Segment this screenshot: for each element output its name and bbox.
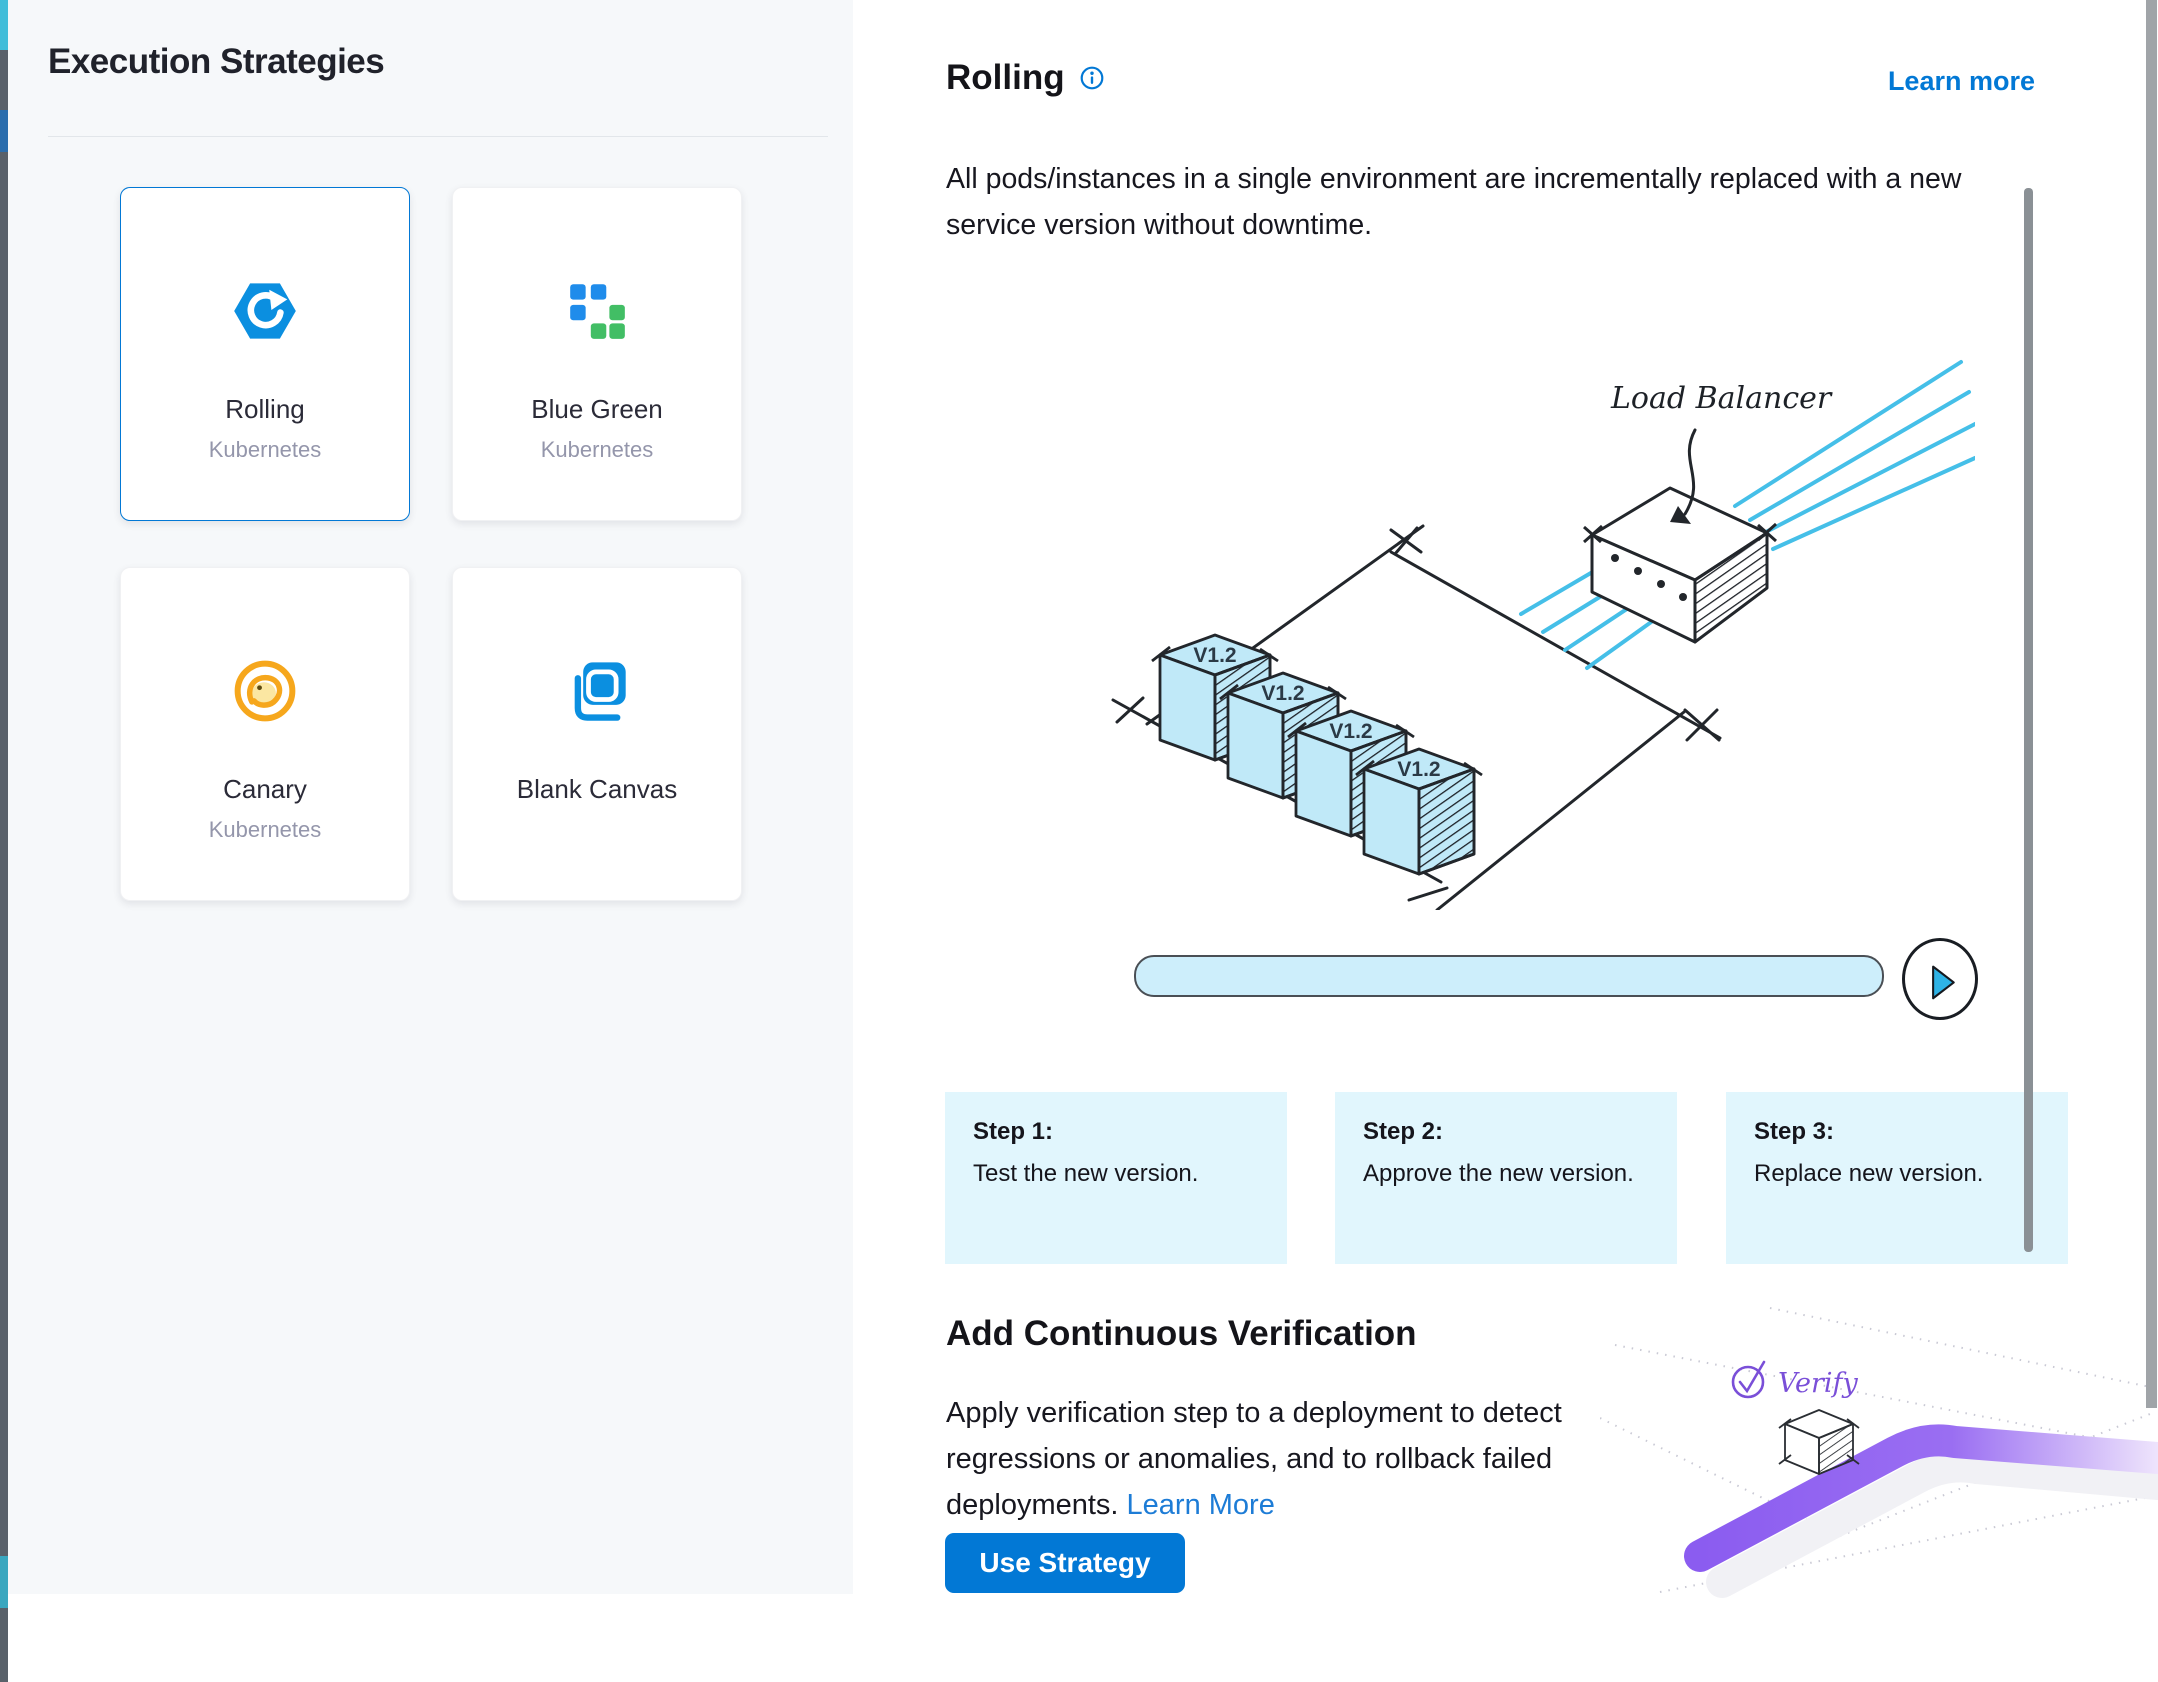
edge-segment-teal-top	[0, 0, 8, 50]
strategy-sublabel: Kubernetes	[209, 437, 322, 463]
edge-segment-blue	[0, 110, 8, 152]
detail-title: Rolling	[946, 58, 1065, 98]
strategy-card-canary[interactable]: Canary Kubernetes	[120, 567, 410, 901]
strategy-card-blue-green[interactable]: Blue Green Kubernetes	[452, 187, 742, 521]
page-title: Execution Strategies	[48, 42, 384, 82]
background-app-edge	[0, 0, 8, 1682]
step-text: Approve the new version.	[1363, 1160, 1649, 1188]
cv-learn-more-link[interactable]: Learn More	[1127, 1489, 1275, 1521]
step-title: Step 2:	[1363, 1118, 1649, 1146]
blank-canvas-icon	[563, 656, 631, 726]
strategy-card-rolling[interactable]: Rolling Kubernetes	[120, 187, 410, 521]
rolling-strategy-illustration: Load Balancer	[1095, 330, 1975, 910]
step-text: Test the new version.	[973, 1160, 1259, 1188]
detail-header: Rolling	[946, 58, 1105, 98]
learn-more-link[interactable]: Learn more	[1888, 66, 2035, 97]
canary-icon	[230, 656, 300, 726]
page-scrollbar[interactable]	[2146, 0, 2157, 1408]
play-animation-button[interactable]	[1902, 938, 1978, 1020]
strategy-label: Canary	[223, 774, 307, 805]
detail-panel-scrollbar[interactable]	[2024, 188, 2033, 1252]
cv-description: Apply verification step to a deployment …	[946, 1390, 1594, 1528]
step-title: Step 1:	[973, 1118, 1259, 1146]
step-card-2: Step 2: Approve the new version.	[1335, 1092, 1677, 1264]
pod-version-label: V1.2	[1329, 720, 1372, 743]
animation-progress-bar	[1134, 955, 1884, 997]
blue-green-icon	[564, 276, 630, 346]
cv-section-title: Add Continuous Verification	[946, 1314, 1417, 1354]
pod-version-label: V1.2	[1397, 758, 1440, 781]
verify-label: Verify	[1778, 1368, 1859, 1399]
title-divider	[48, 136, 828, 137]
step-text: Replace new version.	[1754, 1160, 2040, 1188]
strategy-card-blank-canvas[interactable]: Blank Canvas	[452, 567, 742, 901]
rolling-icon	[231, 276, 299, 346]
pod-version-label: V1.2	[1261, 682, 1304, 705]
pod-version-label: V1.2	[1193, 644, 1236, 667]
info-icon[interactable]	[1079, 65, 1105, 91]
strategy-sublabel: Kubernetes	[209, 817, 322, 843]
play-icon	[1918, 957, 1962, 1001]
strategy-label: Blank Canvas	[517, 774, 677, 805]
edge-segment-teal-bottom	[0, 1556, 8, 1608]
step-card-1: Step 1: Test the new version.	[945, 1092, 1287, 1264]
strategy-picker-panel: Execution Strategies Rolling Kubernetes	[8, 0, 853, 1594]
execution-strategies-dialog: Execution Strategies Rolling Kubernetes	[0, 0, 2158, 1682]
use-strategy-button[interactable]: Use Strategy	[945, 1533, 1185, 1593]
load-balancer-label: Load Balancer	[1610, 381, 1833, 416]
strategy-label: Blue Green	[531, 394, 663, 425]
strategy-description: All pods/instances in a single environme…	[946, 156, 2031, 248]
step-title: Step 3:	[1754, 1118, 2040, 1146]
strategy-label: Rolling	[225, 394, 305, 425]
step-card-3: Step 3: Replace new version.	[1726, 1092, 2068, 1264]
verification-illustration: Verify	[1600, 1300, 2158, 1600]
strategy-sublabel: Kubernetes	[541, 437, 654, 463]
